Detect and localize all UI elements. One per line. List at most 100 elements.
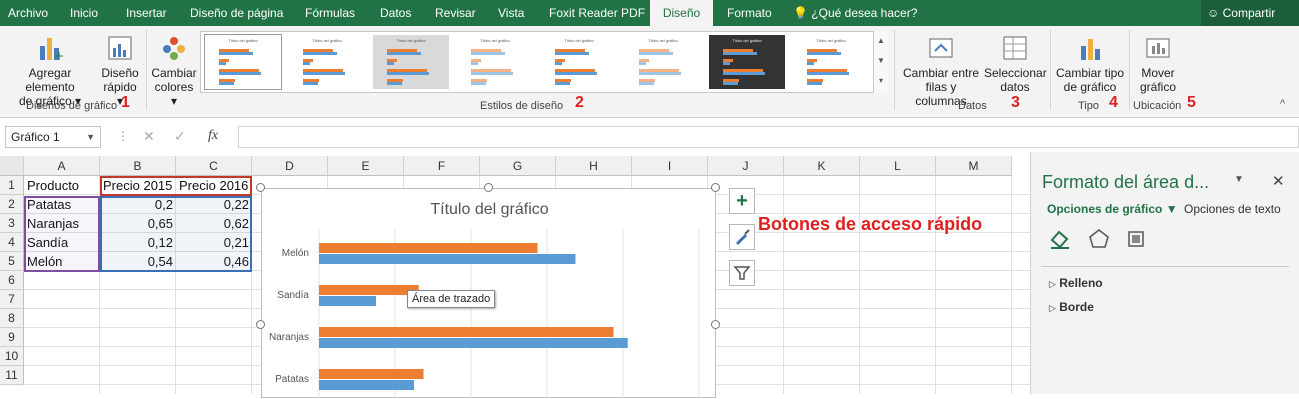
fill-section[interactable]: ▷ Relleno bbox=[1049, 276, 1103, 290]
chart-style-thumbnail[interactable]: Título del gráfico bbox=[289, 35, 365, 89]
select-data-line1: Seleccionar bbox=[984, 66, 1047, 80]
column-header-a[interactable]: A bbox=[24, 156, 100, 176]
bar-precio-2016[interactable] bbox=[319, 327, 614, 337]
change-chart-type-button[interactable]: Cambiar tipo de gráfico bbox=[1054, 34, 1126, 94]
size-properties-icon[interactable] bbox=[1123, 226, 1149, 252]
column-header-h[interactable]: H bbox=[556, 156, 632, 176]
close-icon[interactable]: ✕ bbox=[1272, 172, 1285, 190]
row-header-5[interactable]: 5 bbox=[0, 252, 24, 271]
effects-icon[interactable] bbox=[1086, 226, 1112, 252]
chart-style-thumbnail[interactable]: Título del gráfico bbox=[625, 35, 701, 89]
bar-precio-2015[interactable] bbox=[319, 254, 576, 264]
select-all-corner[interactable] bbox=[0, 156, 24, 176]
formula-input[interactable] bbox=[238, 126, 1299, 148]
header-cell[interactable]: Producto bbox=[24, 176, 100, 195]
chart-title[interactable]: Título del gráfico bbox=[262, 201, 717, 219]
resize-handle[interactable] bbox=[484, 183, 493, 192]
column-header-l[interactable]: L bbox=[860, 156, 936, 176]
formula-bar: Gráfico 1 ▼ ⋮ ✕ ✓ fx bbox=[0, 122, 1299, 152]
pane-divider bbox=[1041, 266, 1289, 267]
row-header-7[interactable]: 7 bbox=[0, 290, 24, 309]
cancel-icon[interactable]: ✕ bbox=[143, 128, 155, 145]
category-label: Melón bbox=[282, 248, 309, 259]
resize-handle[interactable] bbox=[256, 320, 265, 329]
border-section[interactable]: ▷ Borde bbox=[1049, 300, 1094, 314]
bar-precio-2016[interactable] bbox=[319, 285, 419, 295]
move-chart-icon bbox=[1146, 38, 1170, 58]
thumb-title: Título del gráfico bbox=[564, 38, 594, 43]
tab-insertar[interactable]: Insertar bbox=[126, 0, 167, 26]
thumb-bar bbox=[723, 72, 765, 75]
column-header-b[interactable]: B bbox=[100, 156, 176, 176]
thumb-title: Título del gráfico bbox=[732, 38, 762, 43]
select-data-button[interactable]: Seleccionar datos bbox=[984, 34, 1047, 94]
column-header-c[interactable]: C bbox=[176, 156, 252, 176]
column-header-e[interactable]: E bbox=[328, 156, 404, 176]
tab-archivo[interactable]: Archivo bbox=[8, 0, 48, 26]
tab-formulas[interactable]: Fórmulas bbox=[305, 0, 355, 26]
chart-style-thumbnail[interactable]: Título del gráfico bbox=[793, 35, 869, 89]
change-colors-button[interactable]: Cambiar colores ▾ bbox=[150, 34, 198, 108]
tab-diseno-pagina[interactable]: Diseño de página bbox=[190, 0, 283, 26]
row-header-11[interactable]: 11 bbox=[0, 366, 24, 385]
chart-style-thumbnail[interactable]: Título del gráfico bbox=[204, 34, 282, 90]
tell-me-search[interactable]: 💡 ¿Qué desea hacer? bbox=[793, 0, 917, 26]
row-header-6[interactable]: 6 bbox=[0, 271, 24, 290]
row-header-3[interactable]: 3 bbox=[0, 214, 24, 233]
bar-precio-2015[interactable] bbox=[319, 380, 414, 390]
pane-options-chevron-icon[interactable]: ▼ bbox=[1234, 174, 1244, 185]
bar-precio-2015[interactable] bbox=[319, 338, 628, 348]
bar-precio-2016[interactable] bbox=[319, 369, 424, 379]
chart-elements-button[interactable]: + bbox=[729, 188, 755, 214]
gallery-scroll[interactable]: ▲ ▼ ▾ bbox=[873, 31, 888, 93]
name-box[interactable]: Gráfico 1 ▼ bbox=[5, 126, 101, 148]
tab-chart-options[interactable]: Opciones de gráfico ▼ bbox=[1047, 202, 1178, 216]
resize-handle[interactable] bbox=[256, 183, 265, 192]
row-header-2[interactable]: 2 bbox=[0, 195, 24, 214]
tab-formato[interactable]: Formato bbox=[727, 0, 772, 26]
palette-icon bbox=[163, 37, 185, 60]
row-header-9[interactable]: 9 bbox=[0, 328, 24, 347]
tab-text-options[interactable]: Opciones de texto bbox=[1184, 202, 1281, 216]
column-header-d[interactable]: D bbox=[252, 156, 328, 176]
bar-precio-2016[interactable] bbox=[319, 243, 538, 253]
chart-filters-button[interactable] bbox=[729, 260, 755, 286]
share-button[interactable]: ☺ Compartir bbox=[1201, 0, 1299, 26]
switch-row-column-button[interactable]: Cambiar entre filas y columnas bbox=[900, 34, 982, 108]
row-header-1[interactable]: 1 bbox=[0, 176, 24, 195]
chart-style-thumbnail[interactable]: Título del gráfico bbox=[457, 35, 533, 89]
fill-line-icon[interactable] bbox=[1047, 226, 1073, 252]
bar-precio-2015[interactable] bbox=[319, 296, 376, 306]
chart-style-thumbnail[interactable]: Título del gráfico bbox=[709, 35, 785, 89]
insert-function-icon[interactable]: fx bbox=[208, 128, 218, 144]
tab-diseno[interactable]: Diseño bbox=[650, 0, 713, 26]
tab-inicio[interactable]: Inicio bbox=[70, 0, 98, 26]
quick-layout-button[interactable]: Diseño rápido ▾ bbox=[100, 34, 140, 108]
chart-style-thumbnail[interactable]: Título del gráfico bbox=[373, 35, 449, 89]
tab-foxit[interactable]: Foxit Reader PDF bbox=[549, 0, 645, 26]
column-header-m[interactable]: M bbox=[936, 156, 1012, 176]
add-chart-element-button[interactable]: + Agregar elemento de gráfico ▾ bbox=[4, 34, 96, 108]
confirm-icon[interactable]: ✓ bbox=[174, 128, 186, 145]
plot-area[interactable]: Melón Sandía Naranjas Patatas bbox=[262, 229, 717, 399]
column-header-i[interactable]: I bbox=[632, 156, 708, 176]
move-chart-button[interactable]: Mover gráfico bbox=[1134, 34, 1182, 94]
tab-vista[interactable]: Vista bbox=[498, 0, 524, 26]
column-header-j[interactable]: J bbox=[708, 156, 784, 176]
chart-area[interactable]: Título del gráfico Melón Sandía Naranjas Pa… bbox=[261, 188, 717, 399]
chart-style-thumbnail[interactable]: Título del gráfico bbox=[541, 35, 617, 89]
column-header-g[interactable]: G bbox=[480, 156, 556, 176]
tab-datos[interactable]: Datos bbox=[380, 0, 411, 26]
chart-styles-button[interactable] bbox=[729, 224, 755, 250]
group-location-label: Ubicación bbox=[1133, 100, 1182, 112]
resize-handle[interactable] bbox=[711, 320, 720, 329]
column-header-k[interactable]: K bbox=[784, 156, 860, 176]
row-header-4[interactable]: 4 bbox=[0, 233, 24, 252]
thumb-bar bbox=[303, 52, 337, 55]
tab-revisar[interactable]: Revisar bbox=[435, 0, 476, 26]
row-header-8[interactable]: 8 bbox=[0, 309, 24, 328]
resize-handle[interactable] bbox=[711, 183, 720, 192]
row-header-10[interactable]: 10 bbox=[0, 347, 24, 366]
collapse-ribbon-icon[interactable]: ^ bbox=[1280, 98, 1285, 110]
column-header-f[interactable]: F bbox=[404, 156, 480, 176]
